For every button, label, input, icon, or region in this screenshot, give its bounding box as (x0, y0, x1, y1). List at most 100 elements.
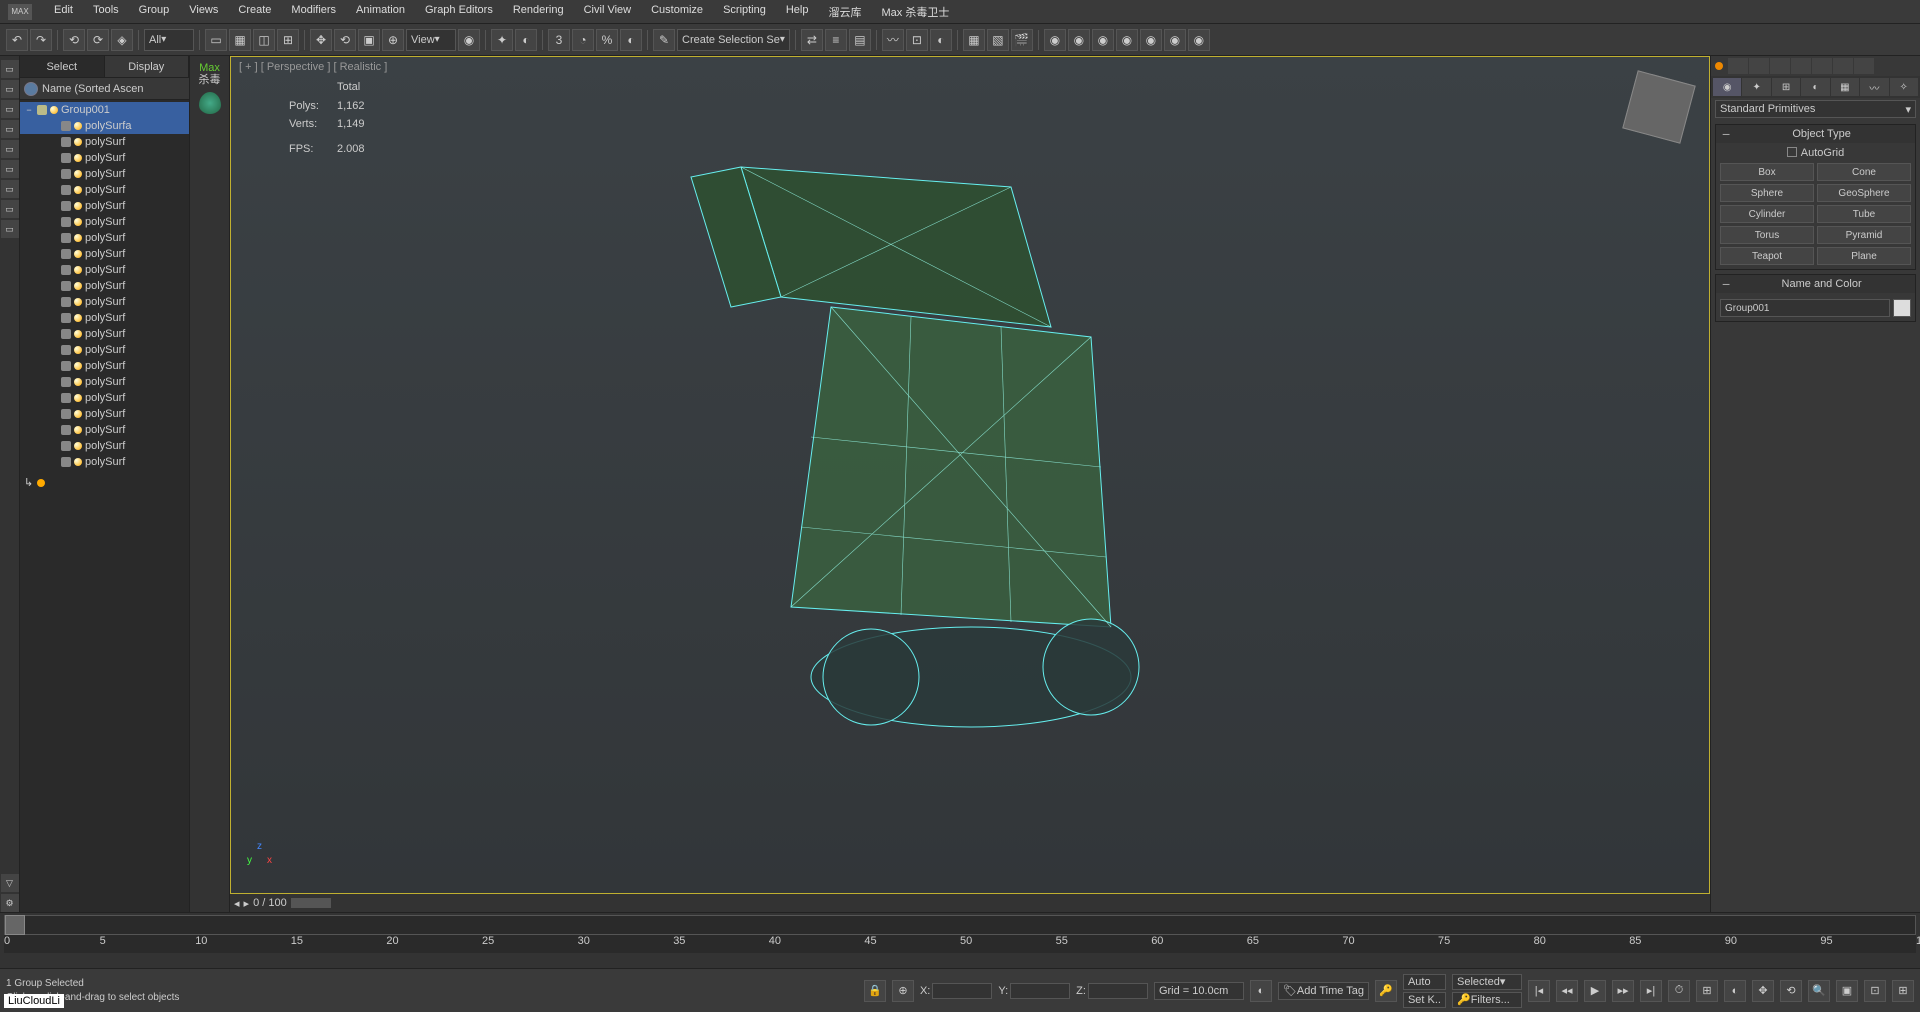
tree-node-child[interactable]: polySurf (20, 166, 189, 182)
nav-8-button[interactable]: ⊞ (1892, 980, 1914, 1002)
viewport-label[interactable]: [ + ] [ Perspective ] [ Realistic ] (239, 61, 387, 73)
auto-key-button[interactable]: Auto (1403, 974, 1446, 990)
tree-node-child[interactable]: polySurf (20, 134, 189, 150)
left-tool-1[interactable]: ▭ (1, 60, 19, 78)
left-tool-4[interactable]: ▭ (1, 120, 19, 138)
link-button[interactable]: ⟲ (63, 29, 85, 51)
create-pyramid-button[interactable]: Pyramid (1817, 226, 1911, 244)
selection-filter-dropdown[interactable]: All ▾ (144, 29, 194, 51)
rotate-button[interactable]: ⟲ (334, 29, 356, 51)
lock-selection-button[interactable]: 🔒 (864, 980, 886, 1002)
tab-utilities[interactable]: 〰 (1860, 78, 1888, 96)
color-swatch[interactable] (1893, 299, 1911, 317)
plugin-btn-1[interactable]: ◉ (1044, 29, 1066, 51)
tree-node-child[interactable]: polySurf (20, 454, 189, 470)
tree-node-child[interactable]: polySurf (20, 374, 189, 390)
menu-civil-view[interactable]: Civil View (574, 1, 641, 23)
rollout-header-objtype[interactable]: −Object Type (1716, 125, 1915, 143)
left-tool-9[interactable]: ▭ (1, 220, 19, 238)
left-tool-6[interactable]: ▭ (1, 160, 19, 178)
material-editor-button[interactable]: ◐ (930, 29, 952, 51)
bind-button[interactable]: ◈ (111, 29, 133, 51)
menu-customize[interactable]: Customize (641, 1, 713, 23)
goto-end-button[interactable]: ▸| (1640, 980, 1662, 1002)
tree-node-child[interactable]: polySurf (20, 326, 189, 342)
undo-button[interactable]: ↶ (6, 29, 28, 51)
time-slider[interactable] (4, 915, 1916, 935)
abs-rel-toggle[interactable]: ⊕ (892, 980, 914, 1002)
menu-max-杀毒卫士[interactable]: Max 杀毒卫士 (871, 1, 959, 23)
move-button[interactable]: ✥ (310, 29, 332, 51)
select-object-button[interactable]: ▭ (205, 29, 227, 51)
key-filter-selected[interactable]: Selected ▾ (1452, 974, 1522, 990)
render-setup-button[interactable]: ▦ (963, 29, 985, 51)
cmd-top-6[interactable] (1833, 58, 1853, 74)
tab-select[interactable]: Select (20, 56, 105, 77)
isolate-button[interactable]: ◐ (1250, 980, 1272, 1002)
goto-start-button[interactable]: |◂ (1528, 980, 1550, 1002)
tree-node-child[interactable]: polySurf (20, 198, 189, 214)
menu-animation[interactable]: Animation (346, 1, 415, 23)
select-region-button[interactable]: ◫ (253, 29, 275, 51)
tree-node-child[interactable]: polySurf (20, 150, 189, 166)
coord-y-input[interactable] (1010, 983, 1070, 999)
tree-node-child[interactable]: polySurf (20, 294, 189, 310)
nav-4-button[interactable]: ⟲ (1780, 980, 1802, 1002)
left-tool-7[interactable]: ▭ (1, 180, 19, 198)
cmd-top-2[interactable] (1749, 58, 1769, 74)
create-torus-button[interactable]: Torus (1720, 226, 1814, 244)
menu-help[interactable]: Help (776, 1, 819, 23)
plugin-btn-6[interactable]: ◉ (1164, 29, 1186, 51)
create-cylinder-button[interactable]: Cylinder (1720, 205, 1814, 223)
angle-snap-button[interactable]: ◔ (572, 29, 594, 51)
coord-x-input[interactable] (932, 983, 992, 999)
left-tool-2[interactable]: ▭ (1, 80, 19, 98)
time-config-button[interactable]: ⏱ (1668, 980, 1690, 1002)
spinner-snap-button[interactable]: ◐ (620, 29, 642, 51)
left-tool-8[interactable]: ▭ (1, 200, 19, 218)
scene-column-header[interactable]: Name (Sorted Ascen (20, 78, 189, 100)
align-button[interactable]: ≡ (825, 29, 847, 51)
tree-node-child[interactable]: polySurf (20, 406, 189, 422)
menu-graph-editors[interactable]: Graph Editors (415, 1, 503, 23)
cmd-top-3[interactable] (1770, 58, 1790, 74)
tab-hierarchy[interactable]: ⊞ (1772, 78, 1800, 96)
autogrid-checkbox[interactable] (1787, 147, 1797, 157)
menu-modifiers[interactable]: Modifiers (281, 1, 346, 23)
layers-button[interactable]: ▤ (849, 29, 871, 51)
nav-3-button[interactable]: ✥ (1752, 980, 1774, 1002)
window-crossing-button[interactable]: ⊞ (277, 29, 299, 51)
manipulate-button[interactable]: ✦ (491, 29, 513, 51)
keymode-button[interactable]: ◐ (515, 29, 537, 51)
prev-frame-button[interactable]: ◂◂ (1556, 980, 1578, 1002)
mirror-button[interactable]: ⇄ (801, 29, 823, 51)
shield-icon[interactable] (199, 92, 221, 114)
refcoord-dropdown[interactable]: View ▾ (406, 29, 456, 51)
tree-node-child[interactable]: polySurf (20, 422, 189, 438)
cmd-top-4[interactable] (1791, 58, 1811, 74)
tree-node-child[interactable]: polySurf (20, 246, 189, 262)
plugin-btn-5[interactable]: ◉ (1140, 29, 1162, 51)
unlink-button[interactable]: ⟳ (87, 29, 109, 51)
tree-node-child[interactable]: polySurf (20, 342, 189, 358)
create-category-dropdown[interactable]: Standard Primitives▾ (1715, 100, 1916, 118)
pivot-button[interactable]: ◉ (458, 29, 480, 51)
set-key-button[interactable]: Set K.. (1403, 992, 1446, 1008)
render-frame-button[interactable]: ▧ (987, 29, 1009, 51)
curve-editor-button[interactable]: 〰 (882, 29, 904, 51)
tree-node-child[interactable]: polySurf (20, 310, 189, 326)
menu-rendering[interactable]: Rendering (503, 1, 574, 23)
key-lock-button[interactable]: 🔑 (1375, 980, 1397, 1002)
next-frame-button[interactable]: ▸▸ (1612, 980, 1634, 1002)
add-time-tag[interactable]: 🏷 Add Time Tag (1278, 982, 1369, 1000)
create-tube-button[interactable]: Tube (1817, 205, 1911, 223)
scale-button[interactable]: ▣ (358, 29, 380, 51)
scene-tree[interactable]: − Group001 polySurfapolySurfpolySurfpoly… (20, 100, 189, 912)
tree-node-child[interactable]: polySurf (20, 214, 189, 230)
tree-node-child[interactable]: polySurf (20, 262, 189, 278)
rollout-header-namecolor[interactable]: −Name and Color (1716, 275, 1915, 293)
tree-node-child[interactable]: polySurf (20, 182, 189, 198)
left-tool-settings[interactable]: ⚙ (1, 894, 19, 912)
render-button[interactable]: 🎬 (1011, 29, 1033, 51)
named-sel-edit-button[interactable]: ✎ (653, 29, 675, 51)
